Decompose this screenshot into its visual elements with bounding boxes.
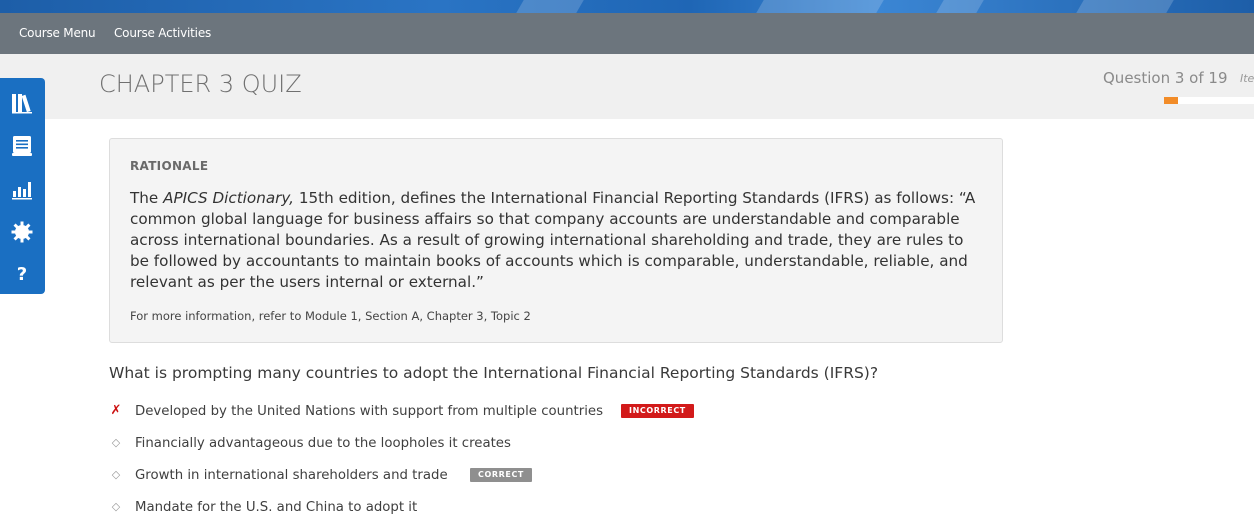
- answer-option-text[interactable]: Developed by the United Nations with sup…: [135, 404, 603, 419]
- help-icon[interactable]: ?: [10, 263, 34, 287]
- item-label: Ite: [1240, 72, 1254, 85]
- top-banner: [0, 0, 1254, 13]
- rationale-reference: For more information, refer to Module 1,…: [130, 309, 531, 323]
- nav-course-activities[interactable]: Course Activities: [114, 13, 211, 54]
- answer-option[interactable]: ✗ Developed by the United Nations with s…: [109, 402, 1009, 424]
- help-glyph: ?: [16, 264, 28, 285]
- gear-icon[interactable]: [10, 220, 34, 244]
- bar-chart-icon[interactable]: [10, 177, 34, 201]
- rationale-heading: RATIONALE: [130, 159, 209, 173]
- answer-option[interactable]: ◇ Financially advantageous due to the lo…: [109, 434, 1009, 456]
- rationale-source-title: APICS Dictionary,: [163, 189, 295, 207]
- rationale-body: The APICS Dictionary, 15th edition, defi…: [130, 188, 980, 293]
- rationale-body-prefix: The: [130, 189, 164, 207]
- answer-option-text[interactable]: Financially advantageous due to the loop…: [135, 436, 511, 451]
- option-bullet-icon: ◇: [111, 468, 121, 481]
- answer-option-text[interactable]: Growth in international shareholders and…: [135, 468, 448, 483]
- answer-option[interactable]: ◇ Mandate for the U.S. and China to adop…: [109, 498, 1009, 520]
- option-bullet-icon: ◇: [111, 436, 121, 449]
- answer-option[interactable]: ◇ Growth in international shareholders a…: [109, 466, 1009, 488]
- notebook-icon[interactable]: [10, 134, 34, 158]
- quiz-progress-fill: [1164, 97, 1179, 104]
- correct-badge: CORRECT: [470, 468, 532, 482]
- library-icon[interactable]: [10, 91, 34, 115]
- top-nav: Course Menu Course Activities: [0, 13, 1254, 54]
- nav-course-menu[interactable]: Course Menu: [19, 13, 96, 54]
- question-text: What is prompting many countries to adop…: [109, 364, 879, 382]
- quiz-progress-bar: [1164, 97, 1254, 104]
- tool-sidebar: ?: [0, 78, 45, 294]
- answer-option-text[interactable]: Mandate for the U.S. and China to adopt …: [135, 500, 417, 515]
- rationale-panel: RATIONALE The APICS Dictionary, 15th edi…: [109, 138, 1003, 343]
- quiz-header: CHAPTER 3 QUIZ Question 3 of 19 Ite: [0, 54, 1254, 119]
- incorrect-badge: INCORRECT: [621, 404, 694, 418]
- page-title: CHAPTER 3 QUIZ: [99, 70, 302, 98]
- question-counter: Question 3 of 19: [1103, 69, 1228, 87]
- incorrect-mark-icon: ✗: [110, 403, 122, 418]
- option-bullet-icon: ◇: [111, 500, 121, 513]
